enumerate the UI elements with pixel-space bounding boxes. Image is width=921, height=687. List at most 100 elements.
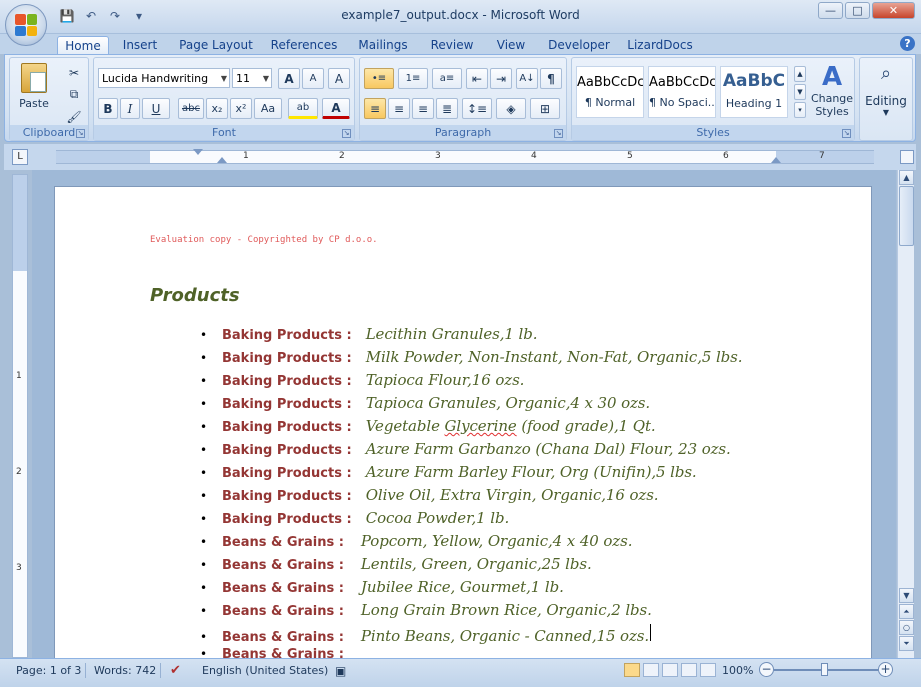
justify-icon[interactable]: ≣ [436,98,458,119]
list-item[interactable]: • Baking Products : Olive Oil, Extra Vir… [200,486,659,506]
tab-references[interactable]: References [270,36,338,54]
tab-mailings[interactable]: Mailings [355,36,411,54]
list-item[interactable]: • Beans & Grains : Pinto Beans, Organic … [200,624,652,645]
word-count[interactable]: Words: 742 [94,662,156,679]
list-item[interactable]: • Baking Products : Lecithin Granules,1 … [200,325,537,345]
document-heading[interactable]: Products [150,285,240,306]
list-item[interactable]: • Beans & Grains : Jubilee Rice, Gourmet… [200,578,564,598]
font-size-combo[interactable]: 11 ▼ [232,68,272,88]
macro-recording-icon[interactable]: ▣ [335,662,346,679]
next-page-icon[interactable]: ⏷ [899,636,914,651]
scroll-up-icon[interactable]: ▲ [899,170,914,185]
list-item[interactable]: • Beans & Grains : Popcorn, Yellow, Orga… [200,532,632,552]
underline-button[interactable]: U [142,98,170,119]
clipboard-launcher-icon[interactable]: ↘ [76,129,85,138]
tab-insert[interactable]: Insert [118,36,162,54]
list-item[interactable]: • Baking Products : Cocoa Powder,1 lb. [200,509,509,529]
shading-icon[interactable]: ◈ [496,98,526,119]
change-case-button[interactable]: Aa [254,98,282,119]
zoom-out-button[interactable]: − [759,662,774,677]
zoom-slider-thumb[interactable] [821,663,828,676]
multilevel-list-button[interactable]: a≡ [432,68,462,89]
cut-icon[interactable]: ✂ [64,62,84,83]
highlight-button[interactable]: ab [288,98,318,119]
line-spacing-icon[interactable]: ↕≡ [462,98,492,119]
hanging-indent-marker[interactable] [217,157,227,163]
web-layout-icon[interactable] [662,663,678,677]
list-item[interactable]: • Baking Products : Azure Farm Barley Fl… [200,463,697,483]
styles-scroll-up-icon[interactable]: ▲ [794,66,806,82]
list-item[interactable]: • Beans & Grains : Long Grain Brown Rice… [200,601,652,621]
maximize-button[interactable]: □ [845,2,870,19]
font-color-button[interactable]: A [322,98,350,119]
list-item[interactable]: • Baking Products : Vegetable Glycerine … [200,417,656,437]
list-item[interactable]: • Baking Products : Azure Farm Garbanzo … [200,440,731,460]
tab-home[interactable]: Home [57,36,109,54]
paste-button[interactable]: Paste [14,61,54,121]
tab-lizarddocs[interactable]: LizardDocs [627,36,693,54]
zoom-level[interactable]: 100% [722,662,753,679]
tab-view[interactable]: View [493,36,529,54]
horizontal-ruler[interactable]: 1 2 3 4 5 6 7 [56,149,874,164]
view-ruler-icon[interactable] [900,150,914,164]
font-family-combo[interactable]: Lucida Handwriting ▼ [98,68,230,88]
language-indicator[interactable]: English (United States) [202,662,328,679]
style-no-spacing[interactable]: AaBbCcDc ¶ No Spaci... [648,66,716,118]
tab-developer[interactable]: Developer [546,36,612,54]
right-indent-marker[interactable] [771,157,781,163]
numbering-button[interactable]: 1≡ [398,68,428,89]
copy-icon[interactable]: ⧉ [64,84,84,105]
zoom-in-button[interactable]: + [878,662,893,677]
proofing-icon[interactable]: ✔ [170,662,181,679]
vertical-scrollbar[interactable]: ▲ ▼ ⏶ ○ ⏷ [897,170,914,658]
bullets-button[interactable]: •≡ [364,68,394,89]
full-screen-reading-icon[interactable] [643,663,659,677]
shrink-font-button[interactable]: A [302,68,324,89]
list-item[interactable]: • Baking Products : Tapioca Flour,16 ozs… [200,371,524,391]
list-item[interactable]: • Beans & Grains : Lentils, Green, Organ… [200,555,592,575]
select-browse-object-icon[interactable]: ○ [899,620,914,635]
previous-page-icon[interactable]: ⏶ [899,604,914,619]
superscript-button[interactable]: x² [230,98,252,119]
help-icon[interactable]: ? [900,36,915,51]
style-normal[interactable]: AaBbCcDc ¶ Normal [576,66,644,118]
print-layout-icon[interactable] [624,663,640,677]
strikethrough-button[interactable]: abc [178,98,204,119]
list-item[interactable]: • Beans & Grains : [200,647,361,658]
minimize-button[interactable]: — [818,2,843,19]
format-painter-icon[interactable]: 🖌 [64,106,84,127]
subscript-button[interactable]: x₂ [206,98,228,119]
show-formatting-marks-button[interactable]: ¶ [540,68,562,89]
italic-button[interactable]: I [120,98,140,119]
scroll-down-icon[interactable]: ▼ [899,588,914,603]
align-left-icon[interactable]: ≡ [364,98,386,119]
document-page[interactable]: Evaluation copy - Copyrighted by CP d.o.… [54,186,872,658]
bold-button[interactable]: B [98,98,118,119]
tab-selector[interactable]: L [12,149,28,165]
change-styles-button[interactable]: A Change Styles [810,62,854,124]
document-area[interactable]: Evaluation copy - Copyrighted by CP d.o.… [32,170,896,658]
decrease-indent-icon[interactable]: ⇤ [466,68,488,89]
first-line-indent-marker[interactable] [193,149,203,155]
draft-view-icon[interactable] [700,663,716,677]
tab-review[interactable]: Review [428,36,476,54]
grow-font-button[interactable]: A [278,68,300,89]
outline-view-icon[interactable] [681,663,697,677]
vertical-ruler[interactable]: 1 2 3 [12,174,28,658]
spelling-error-word[interactable]: Glycerine [445,417,517,435]
align-center-icon[interactable]: ≡ [388,98,410,119]
borders-icon[interactable]: ⊞ [530,98,560,119]
scroll-thumb[interactable] [899,186,914,246]
list-item[interactable]: • Baking Products : Tapioca Granules, Or… [200,394,650,414]
style-heading-1[interactable]: AaBbC Heading 1 [720,66,788,118]
clear-formatting-button[interactable]: A [328,68,350,89]
close-button[interactable]: ✕ [872,2,915,19]
font-launcher-icon[interactable]: ↘ [342,129,351,138]
styles-scroll-down-icon[interactable]: ▼ [794,84,806,100]
editing-button[interactable]: ⌕ Editing ▼ [862,62,910,124]
office-button[interactable] [5,4,47,46]
increase-indent-icon[interactable]: ⇥ [490,68,512,89]
sort-icon[interactable]: A↓ [516,68,538,89]
styles-more-icon[interactable]: ▾ [794,102,806,118]
tab-page-layout[interactable]: Page Layout [179,36,253,54]
